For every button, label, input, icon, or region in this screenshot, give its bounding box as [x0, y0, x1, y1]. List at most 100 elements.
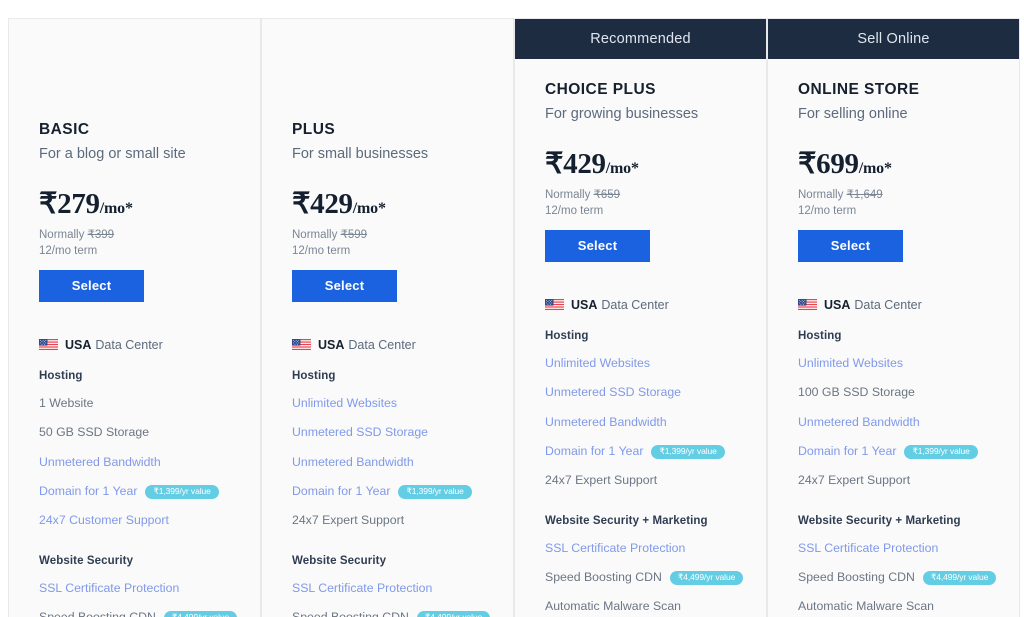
- feature-value-badge: ₹1,399/yr value: [651, 444, 725, 459]
- select-button[interactable]: Select: [292, 269, 397, 302]
- plan-price-note: Normally ₹399 12/mo term: [39, 228, 230, 258]
- feature-label: 24x7 Expert Support: [292, 513, 405, 528]
- data-center-row: USA Data Center: [798, 298, 989, 312]
- feature-item[interactable]: Domain for 1 Year ₹1,399/yr value: [292, 484, 483, 499]
- feature-value-badge: ₹4,499/yr value: [416, 610, 491, 617]
- feature-item[interactable]: Unmetered Bandwidth: [545, 415, 736, 430]
- plan-tagline: For growing businesses: [545, 105, 699, 122]
- usa-flag-icon: [545, 298, 564, 311]
- security-section-title: Website Security: [292, 554, 387, 567]
- feature-item: Automatic Malware Scan: [798, 599, 989, 614]
- plan-normal-price-prefix: Normally: [292, 229, 341, 242]
- feature-label: Unmetered SSD Storage: [545, 385, 682, 400]
- plan-normal-price-row: Normally ₹399: [39, 228, 230, 243]
- feature-item[interactable]: Unmetered SSD Storage: [292, 425, 483, 440]
- feature-value-badge: ₹4,499/yr value: [163, 610, 238, 617]
- hosting-feature-list: Unlimited Websites Unmetered SSD Storage U…: [545, 356, 736, 489]
- plan-name: ONLINE STORE: [798, 81, 920, 98]
- plan-card-body: ONLINE STORE For selling online ₹699/mo* No…: [768, 59, 1019, 617]
- feature-item[interactable]: SSL Certificate Protection: [798, 541, 989, 556]
- feature-label: Unmetered Bandwidth: [798, 414, 920, 429]
- plan-price-block: ₹429/mo* Normally ₹659 12/mo term Select: [545, 150, 736, 262]
- feature-item: Speed Boosting CDN ₹4,499/yr value: [292, 610, 491, 617]
- select-button[interactable]: Select: [545, 229, 650, 262]
- plan-ribbon: Sell Online: [768, 19, 1019, 59]
- plan-normal-price-row: Normally ₹659: [545, 188, 736, 203]
- plan-price-line: ₹429/mo*: [292, 190, 483, 219]
- feature-label: SSL Certificate Protection: [798, 540, 939, 555]
- plan-price-line: ₹699/mo*: [798, 150, 989, 179]
- feature-item[interactable]: 24x7 Customer Support: [39, 513, 230, 528]
- plan-price-period: /mo*: [858, 160, 892, 178]
- feature-label: 100 GB SSD Storage: [798, 385, 915, 400]
- feature-label: SSL Certificate Protection: [292, 580, 433, 595]
- feature-item[interactable]: Domain for 1 Year ₹1,399/yr value: [39, 484, 230, 499]
- plan-tagline: For selling online: [798, 105, 908, 122]
- feature-item: 1 Website: [39, 396, 230, 411]
- feature-item[interactable]: Unmetered Bandwidth: [798, 415, 989, 430]
- feature-label: Unmetered Bandwidth: [39, 454, 161, 469]
- feature-item[interactable]: Unlimited Websites: [798, 356, 989, 371]
- hosting-feature-list: 1 Website 50 GB SSD Storage Unmetered Band…: [39, 396, 230, 529]
- feature-label: Automatic Malware Scan: [545, 599, 682, 614]
- hosting-feature-list: Unlimited Websites Unmetered SSD Storage U…: [292, 396, 483, 529]
- feature-item[interactable]: SSL Certificate Protection: [545, 541, 736, 556]
- plan-price-period: /mo*: [352, 200, 386, 218]
- feature-item[interactable]: Unlimited Websites: [292, 396, 483, 411]
- feature-label: 24x7 Customer Support: [39, 513, 169, 528]
- plan-card-online-store: Sell Online ONLINE STORE For selling onlin…: [767, 18, 1020, 617]
- feature-label: 50 GB SSD Storage: [39, 425, 150, 440]
- feature-item[interactable]: Unmetered Bandwidth: [292, 455, 483, 470]
- data-center-country: USA: [824, 297, 851, 312]
- feature-item[interactable]: SSL Certificate Protection: [292, 581, 483, 596]
- plan-price-amount: ₹279: [39, 188, 100, 221]
- plan-price-block: ₹279/mo* Normally ₹399 12/mo term Select: [39, 188, 230, 302]
- feature-value-badge: ₹1,399/yr value: [398, 484, 472, 499]
- plan-card-body: PLUS For small businesses ₹429/mo* Normally…: [262, 59, 513, 617]
- select-button[interactable]: Select: [39, 269, 144, 302]
- feature-item[interactable]: Domain for 1 Year ₹1,399/yr value: [798, 444, 989, 459]
- plan-normal-price-prefix: Normally: [545, 189, 594, 202]
- data-center-country: USA: [65, 337, 92, 352]
- feature-item[interactable]: SSL Certificate Protection: [39, 581, 230, 596]
- plan-term: 12/mo term: [292, 244, 351, 257]
- data-center-label: Data Center: [601, 297, 669, 312]
- plan-normal-price: ₹659: [593, 189, 621, 202]
- plan-price-amount: ₹699: [798, 148, 859, 181]
- plan-normal-price-row: Normally ₹1,649: [798, 188, 989, 203]
- data-center-row: USA Data Center: [39, 338, 230, 352]
- feature-item[interactable]: Unmetered Bandwidth: [39, 455, 230, 470]
- feature-label: Speed Boosting CDN: [39, 609, 156, 617]
- plan-tagline: For a blog or small site: [39, 145, 186, 162]
- security-section-title: Website Security: [39, 554, 134, 567]
- plan-normal-price: ₹399: [87, 229, 115, 242]
- pricing-table: BASIC For a blog or small site ₹279/mo* Nor…: [0, 0, 1024, 617]
- feature-label: 24x7 Expert Support: [798, 473, 911, 488]
- security-feature-list: SSL Certificate Protection Speed Boosting…: [292, 581, 491, 617]
- select-button[interactable]: Select: [798, 229, 903, 262]
- plan-name: PLUS: [292, 121, 336, 138]
- plan-price-note: Normally ₹659 12/mo term: [545, 188, 736, 218]
- feature-value-badge: ₹4,499/yr value: [922, 570, 997, 585]
- feature-value-badge: ₹4,499/yr value: [669, 570, 744, 585]
- feature-item[interactable]: Unmetered SSD Storage: [545, 385, 736, 400]
- feature-item: Automatic Malware Scan: [545, 599, 736, 614]
- feature-label: SSL Certificate Protection: [545, 540, 686, 555]
- plan-card-choice-plus: Recommended CHOICE PLUS For growing busine…: [514, 18, 767, 617]
- feature-item[interactable]: Unlimited Websites: [545, 356, 736, 371]
- plan-term: 12/mo term: [39, 244, 98, 257]
- plan-price-block: ₹699/mo* Normally ₹1,649 12/mo term Select: [798, 150, 989, 262]
- feature-label: Unmetered Bandwidth: [292, 454, 414, 469]
- feature-label: Domain for 1 Year: [798, 443, 897, 458]
- security-feature-list: SSL Certificate Protection Speed Boosting…: [39, 581, 238, 617]
- feature-label: Speed Boosting CDN: [545, 569, 662, 584]
- usa-flag-icon: [798, 298, 817, 311]
- plan-price-amount: ₹429: [292, 188, 353, 221]
- feature-item[interactable]: Domain for 1 Year ₹1,399/yr value: [545, 444, 736, 459]
- plan-name: CHOICE PLUS: [545, 81, 656, 98]
- feature-label: SSL Certificate Protection: [39, 580, 180, 595]
- data-center-label: Data Center: [95, 337, 163, 352]
